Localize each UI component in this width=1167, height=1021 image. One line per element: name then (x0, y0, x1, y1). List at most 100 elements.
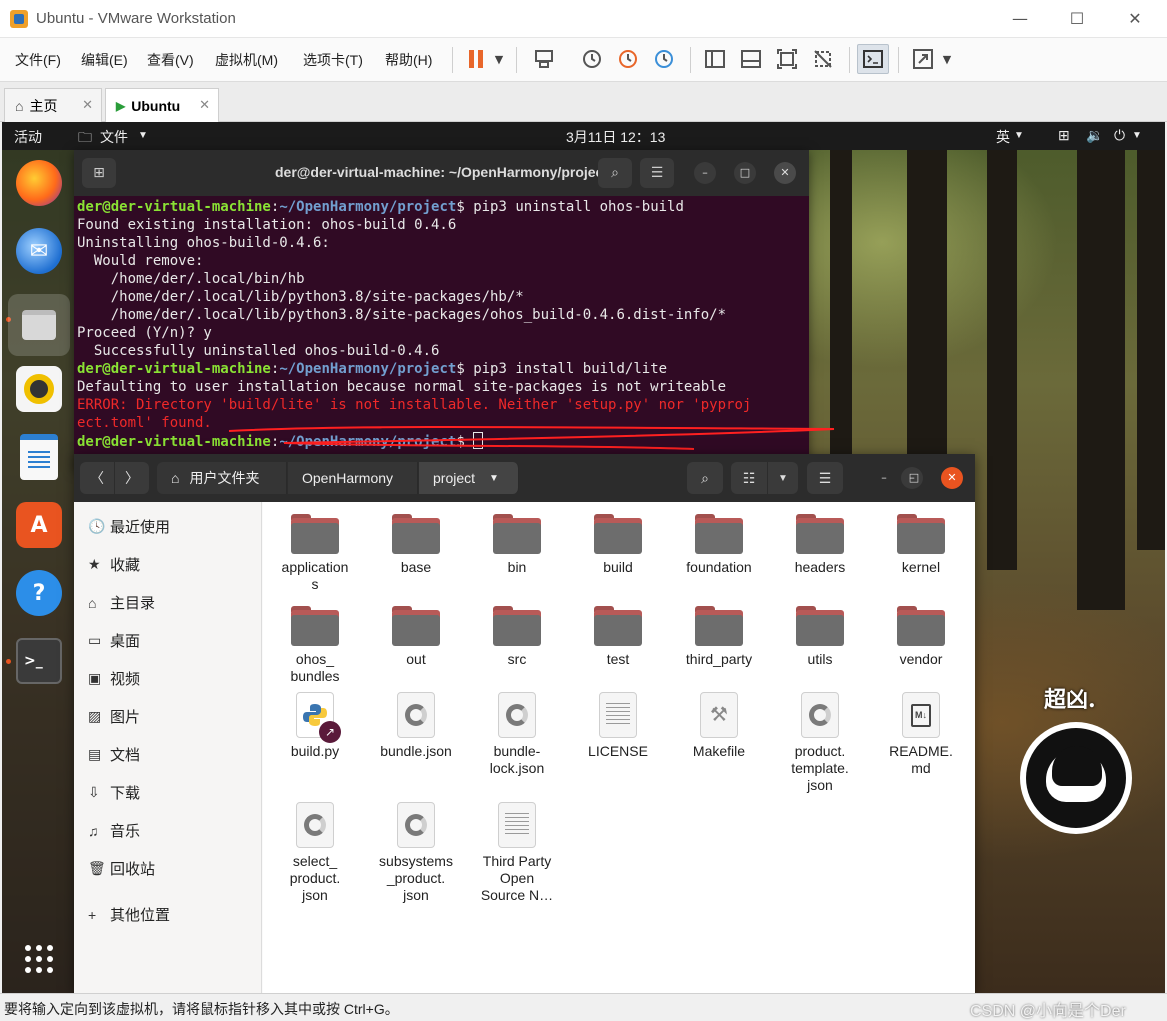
system-menu-chevron-down-icon[interactable]: ▼ (1132, 130, 1142, 141)
app-menu-icon[interactable]: 🗀 (78, 127, 92, 151)
firefox-icon[interactable] (16, 160, 62, 206)
file-item[interactable]: bundle- lock.json (469, 688, 565, 777)
tab-home[interactable]: ⌂ 主页 ✕ (4, 88, 102, 122)
sidebar-item-plus[interactable]: + 其他位置 (88, 904, 170, 925)
breadcrumb-home[interactable]: ⌂ 用户文件夹 (157, 462, 287, 494)
fullscreen-icon[interactable] (771, 44, 803, 74)
terminal-maximize-icon[interactable]: □ (734, 162, 756, 184)
tab-ubuntu[interactable]: ▶ Ubuntu ✕ (105, 88, 219, 122)
thumbnail-view-icon[interactable] (735, 44, 767, 74)
breadcrumb-openharmony[interactable]: OpenHarmony (288, 462, 418, 494)
power-icon[interactable]: ⏻ (1114, 127, 1125, 144)
close-icon[interactable]: ✕ (1112, 6, 1158, 32)
folder-item[interactable]: bin (469, 506, 565, 576)
sidebar-item-home[interactable]: ⌂ 主目录 (88, 592, 155, 613)
volume-icon[interactable]: 🔉 (1086, 127, 1103, 144)
file-item[interactable]: ⚒ Makefile (671, 688, 767, 760)
terminal-minimize-icon[interactable]: – (694, 162, 716, 184)
sidebar-item-desktop[interactable]: ▭ 桌面 (88, 630, 140, 651)
sidebar-item-clock[interactable]: 🕓 最近使用 (88, 516, 170, 537)
file-item[interactable]: M↓ README. md (873, 688, 969, 777)
sidebar-item-music[interactable]: ♫ 音乐 (88, 820, 140, 841)
files-search-icon[interactable]: ⌕ (687, 462, 723, 494)
file-item[interactable]: LICENSE (570, 688, 666, 760)
tab-close-icon[interactable]: ✕ (199, 97, 210, 113)
menu-help[interactable]: 帮助(H) (385, 50, 432, 70)
forward-chevron-icon[interactable]: 〉 (115, 462, 149, 494)
sidebar-view-icon[interactable] (699, 44, 731, 74)
terminal-window[interactable]: ⊞ der@der-virtual-machine: ~/OpenHarmony… (74, 150, 835, 470)
folder-item[interactable]: foundation (671, 506, 767, 576)
terminal-menu-icon[interactable]: ☰ (640, 158, 674, 188)
back-chevron-icon[interactable]: 〈 (80, 462, 114, 494)
list-view-icon[interactable]: ☷ (731, 462, 767, 494)
folder-item[interactable]: src (469, 598, 565, 668)
file-item[interactable]: subsystems _product. json (368, 798, 464, 904)
folder-item[interactable]: kernel (873, 506, 969, 576)
files-min-icon[interactable]: – (873, 467, 895, 489)
show-applications-icon[interactable] (16, 936, 62, 982)
software-center-icon[interactable]: A (16, 502, 62, 548)
files-window[interactable]: 〈 〉 ⌂ 用户文件夹 OpenHarmony project ▼ ⌕ ☷ ▼ … (74, 454, 975, 993)
send-keys-icon[interactable] (528, 44, 560, 74)
tab-close-icon[interactable]: ✕ (82, 97, 93, 113)
folder-item[interactable]: third_party (671, 598, 767, 668)
files-maximize-icon[interactable]: □ (903, 467, 925, 489)
minimize-icon[interactable]: — (997, 6, 1043, 32)
view-options-chevron-down-icon[interactable]: ▼ (768, 462, 798, 494)
stretch-dropdown-icon[interactable]: ▼ (936, 44, 958, 74)
folder-item[interactable]: vendor (873, 598, 969, 668)
libreoffice-writer-icon[interactable] (20, 434, 58, 480)
folder-item[interactable]: base (368, 506, 464, 576)
sidebar-item-download[interactable]: ⇩ 下载 (88, 782, 140, 803)
folder-item[interactable]: application s (267, 506, 363, 593)
files-menu-icon[interactable]: ☰ (807, 462, 843, 494)
folder-item[interactable]: test (570, 598, 666, 668)
maximize-icon[interactable]: ☐ (1054, 6, 1100, 32)
folder-item[interactable]: headers (772, 506, 868, 576)
input-method-indicator[interactable]: 英 (996, 127, 1010, 147)
menu-file[interactable]: 文件(F) (15, 50, 61, 70)
file-item[interactable]: Third Party Open Source N… (469, 798, 565, 904)
file-item[interactable]: product. template. json (772, 688, 868, 794)
console-view-icon[interactable] (857, 44, 889, 74)
sidebar-item-video[interactable]: ▣ 视频 (88, 668, 140, 689)
folder-item[interactable]: utils (772, 598, 868, 668)
files-dock-item[interactable] (8, 294, 70, 356)
folder-item[interactable]: out (368, 598, 464, 668)
menu-edit[interactable]: 编辑(E) (81, 50, 128, 70)
app-menu-chevron-down-icon[interactable]: ▼ (138, 130, 148, 141)
sidebar-item-document[interactable]: ▤ 文档 (88, 744, 140, 765)
unity-mode-icon[interactable] (807, 44, 839, 74)
menu-tabs[interactable]: 选项卡(T) (303, 50, 363, 70)
files-close-icon[interactable]: ✕ (941, 467, 963, 489)
revert-snapshot-icon[interactable] (612, 44, 644, 74)
terminal-close-icon[interactable]: ✕ (774, 162, 796, 184)
activities-button[interactable]: 活动 (14, 127, 42, 147)
pause-dropdown-icon[interactable]: ▼ (488, 44, 510, 74)
snapshot-icon[interactable] (576, 44, 608, 74)
app-menu-label[interactable]: 文件 (100, 127, 128, 147)
sidebar-item-trash[interactable]: 🗑 回收站 (88, 858, 155, 879)
sidebar-item-star[interactable]: ★ 收藏 (88, 554, 140, 575)
rhythmbox-icon[interactable] (16, 366, 62, 412)
folder-item[interactable]: ohos_ bundles (267, 598, 363, 685)
file-item[interactable]: bundle.json (368, 688, 464, 760)
input-method-chevron-down-icon[interactable]: ▼ (1014, 130, 1024, 141)
thunderbird-icon[interactable]: ✉ (16, 228, 62, 274)
terminal-search-icon[interactable]: ⌕ (598, 158, 632, 188)
stretch-guest-icon[interactable] (907, 44, 939, 74)
snapshot-manager-icon[interactable] (648, 44, 680, 74)
folder-item[interactable]: build (570, 506, 666, 576)
file-item[interactable]: select_ product. json (267, 798, 363, 904)
vm-console[interactable]: 活动 🗀 文件 ▼ 3月11日 12：13 英 ▼ ⊞ 🔉 ⏻ ▼ ✉ A ? … (2, 122, 1165, 993)
menu-vm[interactable]: 虚拟机(M) (215, 50, 278, 70)
breadcrumb-project[interactable]: project ▼ (419, 462, 519, 494)
terminal-icon[interactable]: >_ (16, 638, 62, 684)
file-item[interactable]: ↗ build.py (267, 688, 363, 760)
clock[interactable]: 3月11日 12：13 (566, 127, 665, 147)
help-icon[interactable]: ? (16, 570, 62, 616)
menu-view[interactable]: 查看(V) (147, 50, 194, 70)
network-icon[interactable]: ⊞ (1058, 127, 1070, 144)
sidebar-item-image[interactable]: ▨ 图片 (88, 706, 140, 727)
